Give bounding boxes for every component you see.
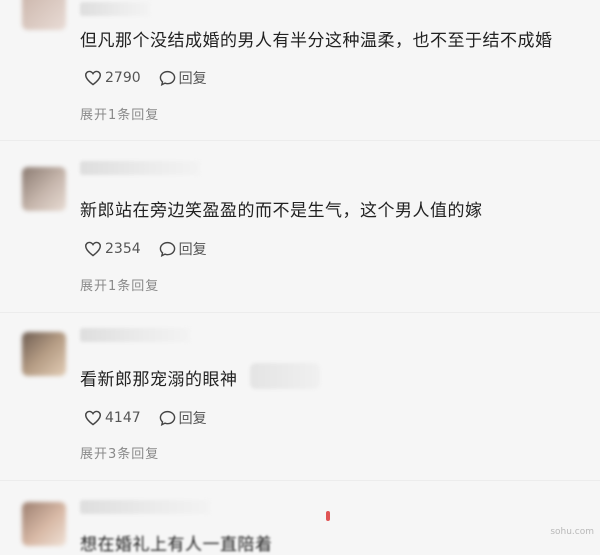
expand-replies-link[interactable]: 展开1条回复 [80,275,159,294]
like-count: 2354 [105,241,141,257]
divider [0,480,600,481]
username-blurred[interactable] [80,500,210,514]
comment-text: 看新郎那宠溺的眼神 [80,370,238,390]
comment-text: 想在婚礼上有人一直陪着 [80,535,273,555]
emoji-fragment [326,511,330,521]
speech-bubble-icon [159,241,175,257]
reply-button[interactable]: 回复 [159,239,207,259]
user-avatar[interactable] [22,0,66,30]
username-blurred[interactable] [80,161,200,175]
user-avatar[interactable] [22,167,66,211]
like-button[interactable]: 4147 [84,410,141,426]
like-count: 4147 [105,410,141,426]
like-count: 2790 [105,70,141,86]
user-avatar[interactable] [22,332,66,376]
reply-button[interactable]: 回复 [159,408,207,428]
heart-icon [84,241,102,257]
speech-bubble-icon [159,410,175,426]
divider [0,140,600,141]
like-button[interactable]: 2790 [84,70,141,86]
reply-label: 回复 [178,71,207,87]
reply-label: 回复 [178,242,207,258]
comment-item: 想在婚礼上有人一直陪着 [0,486,600,555]
heart-icon [84,70,102,86]
comment-text: 新郎站在旁边笑盈盈的而不是生气，这个男人值的嫁 [80,201,483,221]
reply-label: 回复 [178,411,207,427]
heart-icon [84,410,102,426]
username-blurred[interactable] [80,328,190,342]
reply-button[interactable]: 回复 [159,68,207,88]
watermark: sohu.com [550,527,594,537]
comment-item: 看新郎那宠溺的眼神 4147 回复 展开3条回复 [0,318,600,478]
comment-text: 但凡那个没结成婚的男人有半分这种温柔，也不至于结不成婚 [80,31,553,51]
user-avatar[interactable] [22,502,66,546]
comment-actions: 2790 回复 [84,68,225,88]
comment-item: 但凡那个没结成婚的男人有半分这种温柔，也不至于结不成婚 2790 回复 展开1条… [0,0,600,135]
like-button[interactable]: 2354 [84,241,141,257]
expand-replies-link[interactable]: 展开1条回复 [80,104,159,123]
comment-actions: 2354 回复 [84,239,225,259]
speech-bubble-icon [159,70,175,86]
divider [0,312,600,313]
comment-actions: 4147 回复 [84,408,225,428]
blurred-sticker [250,363,320,389]
expand-replies-link[interactable]: 展开3条回复 [80,443,159,462]
username-blurred[interactable] [80,2,150,16]
comment-item: 新郎站在旁边笑盈盈的而不是生气，这个男人值的嫁 2354 回复 展开1条回复 [0,145,600,310]
